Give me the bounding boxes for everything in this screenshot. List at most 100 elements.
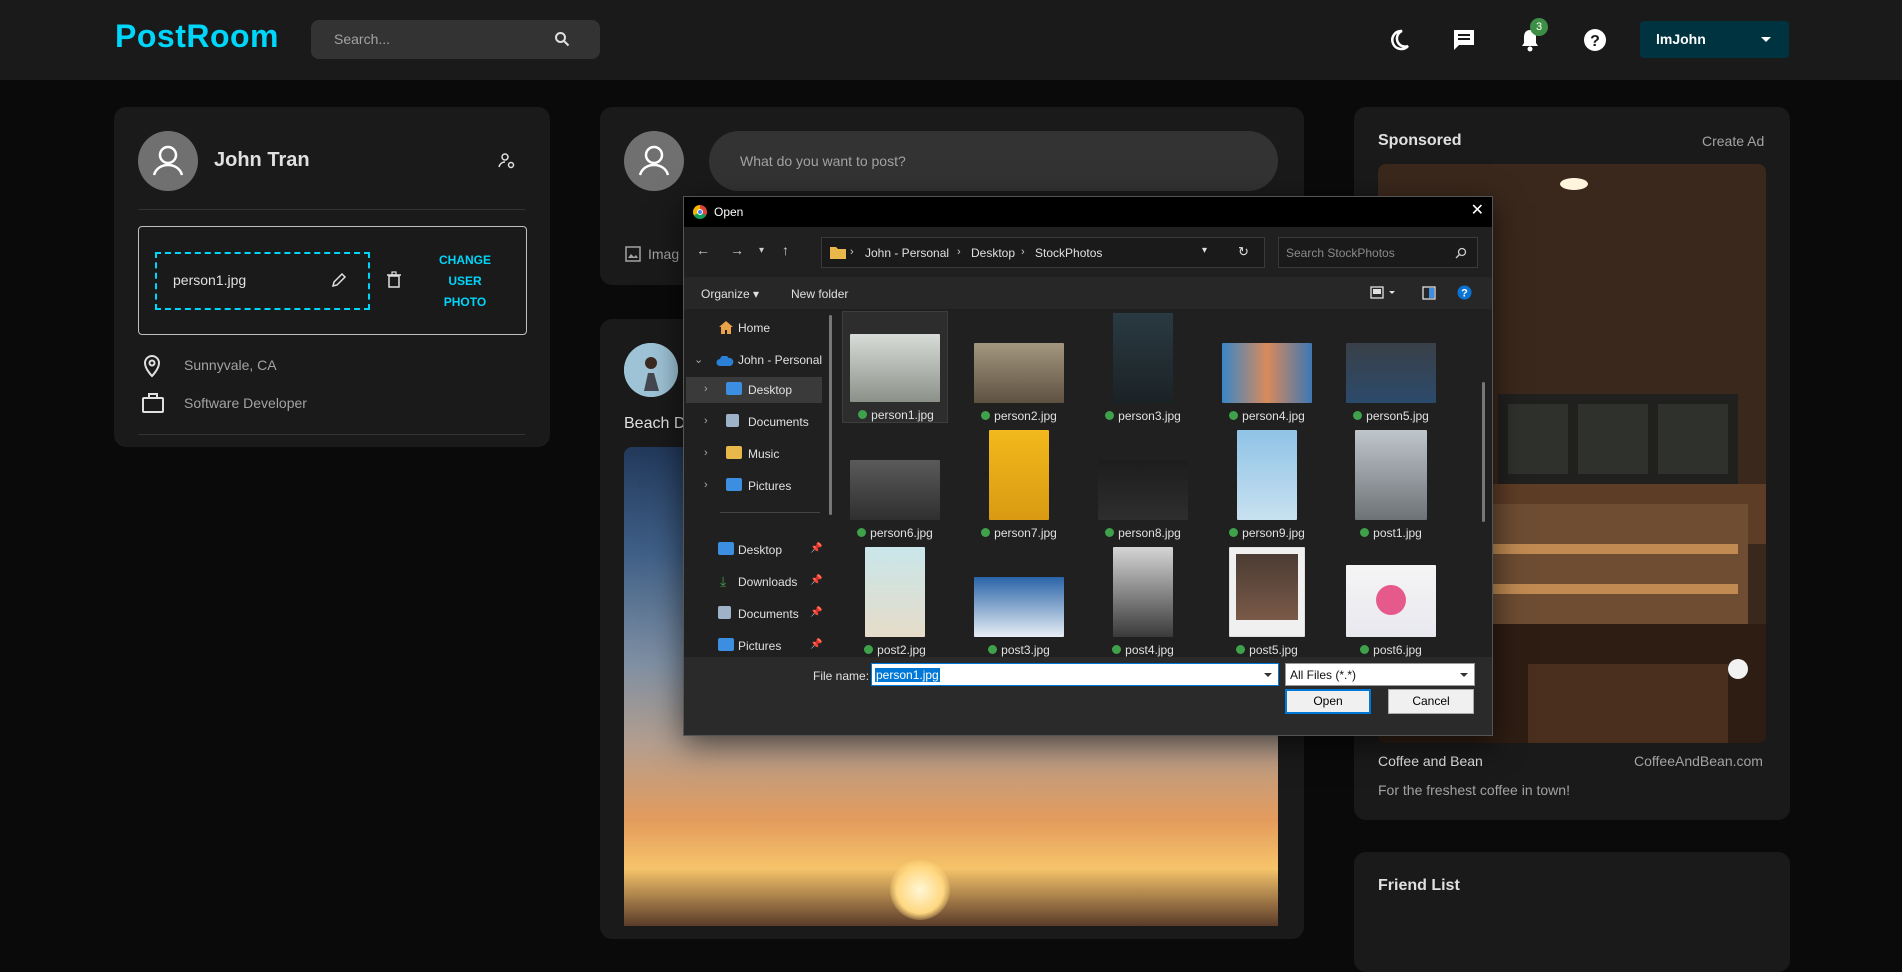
file-item[interactable]: post4.jpg — [1090, 545, 1196, 657]
sun-glow — [890, 860, 950, 920]
profile-name[interactable]: John Tran — [214, 149, 310, 172]
chevron-right-icon[interactable]: › — [704, 415, 708, 427]
file-item[interactable]: person7.jpg — [966, 428, 1072, 540]
file-item[interactable]: person2.jpg — [966, 311, 1072, 423]
help-icon[interactable]: ? — [1582, 27, 1608, 53]
breadcrumb-desktop[interactable]: Desktop — [971, 246, 1015, 260]
help-icon[interactable]: ? — [1457, 285, 1472, 305]
manage-account-icon[interactable] — [498, 152, 516, 175]
sync-check-icon — [864, 645, 874, 655]
sync-check-icon — [981, 411, 991, 421]
divider — [720, 512, 820, 513]
file-name-text: post6.jpg — [1373, 643, 1422, 657]
file-item[interactable]: post1.jpg — [1338, 428, 1444, 540]
search-icon[interactable] — [554, 31, 570, 52]
file-name: person9.jpg — [1214, 526, 1320, 540]
file-item[interactable]: post5.jpg — [1214, 545, 1320, 657]
breadcrumb-john-personal[interactable]: John - Personal — [865, 246, 949, 260]
tree-item-label: Desktop — [748, 383, 793, 397]
preview-pane-icon[interactable] — [1422, 286, 1436, 305]
ad-url[interactable]: CoffeeAndBean.com — [1634, 753, 1763, 769]
recent-locations-icon[interactable]: ▾ — [759, 245, 764, 256]
file-item[interactable]: person9.jpg — [1214, 428, 1320, 540]
desktop-icon — [726, 382, 742, 395]
breadcrumb-stockphotos[interactable]: StockPhotos — [1035, 246, 1102, 260]
tree-item-desktop[interactable]: › Desktop — [686, 377, 822, 403]
file-item[interactable]: person8.jpg — [1090, 428, 1196, 540]
avatar[interactable] — [138, 131, 198, 191]
file-item[interactable]: post3.jpg — [966, 545, 1072, 657]
dialog-titlebar[interactable]: Open ✕ — [684, 197, 1492, 227]
file-thumbnail — [1346, 565, 1436, 637]
chevron-down-icon[interactable] — [1264, 673, 1272, 677]
pictures-icon — [718, 638, 734, 651]
quick-access-documents[interactable]: Documents 📌 — [684, 601, 824, 627]
tree-item-documents[interactable]: › Documents — [684, 409, 824, 435]
tree-item-john-personal[interactable]: ⌄ John - Personal — [684, 347, 824, 373]
chrome-icon — [693, 205, 707, 219]
file-thumbnail — [974, 343, 1064, 403]
quick-access-desktop[interactable]: Desktop 📌 — [684, 537, 824, 563]
tree-item-home[interactable]: Home — [684, 315, 824, 341]
tree-item-label: Pictures — [748, 479, 792, 493]
file-name: person6.jpg — [842, 526, 948, 540]
post-input[interactable]: What do you want to post? — [709, 131, 1278, 191]
address-dropdown-icon[interactable]: ▾ — [1202, 245, 1207, 256]
pencil-icon[interactable] — [331, 272, 347, 293]
view-options-icon[interactable] — [1370, 286, 1396, 305]
file-item[interactable]: person4.jpg — [1214, 311, 1320, 423]
image-button-label[interactable]: Imag — [648, 246, 679, 262]
post-author-avatar[interactable] — [624, 343, 678, 397]
file-item[interactable]: post2.jpg — [842, 545, 948, 657]
quick-access-downloads[interactable]: ⤓ Downloads 📌 — [684, 569, 824, 595]
cancel-button[interactable]: Cancel — [1388, 689, 1474, 714]
file-item[interactable]: person3.jpg — [1090, 311, 1196, 423]
file-name: post1.jpg — [1338, 526, 1444, 540]
search-input[interactable]: Search... — [334, 31, 390, 47]
chevron-right-icon[interactable]: › — [704, 447, 708, 459]
tree-item-pictures[interactable]: › Pictures — [684, 473, 824, 499]
file-grid-scrollbar[interactable] — [1482, 382, 1485, 522]
search-icon[interactable] — [1455, 246, 1467, 264]
user-icon — [638, 145, 670, 176]
file-item[interactable]: person1.jpg — [842, 311, 948, 423]
quick-access-pictures[interactable]: Pictures 📌 — [684, 633, 824, 659]
file-name: person2.jpg — [966, 409, 1072, 423]
chat-icon[interactable] — [1451, 27, 1477, 53]
back-icon[interactable]: ← — [696, 242, 710, 258]
create-ad-link[interactable]: Create Ad — [1702, 133, 1764, 149]
tree-item-label: John - Personal — [738, 353, 823, 367]
trash-icon[interactable] — [386, 271, 402, 294]
file-open-dialog: Open ✕ ← → ▾ ↑ › John - Personal › Deskt… — [683, 196, 1493, 736]
file-name: person4.jpg — [1214, 409, 1320, 423]
dialog-search[interactable]: Search StockPhotos — [1278, 237, 1478, 268]
moon-icon[interactable] — [1386, 27, 1412, 53]
file-item[interactable]: person5.jpg — [1338, 311, 1444, 423]
image-icon[interactable] — [625, 246, 641, 267]
logo[interactable]: PostRoom — [115, 18, 279, 55]
file-type-select[interactable]: All Files (*.*) — [1285, 663, 1475, 686]
chevron-down-icon[interactable]: ⌄ — [694, 353, 703, 366]
address-bar[interactable]: › John - Personal › Desktop › StockPhoto… — [821, 237, 1265, 268]
tree-item-label: Pictures — [738, 639, 782, 653]
file-name-input[interactable]: person1.jpg — [871, 663, 1279, 686]
user-select[interactable]: lmJohn — [1640, 21, 1789, 58]
up-icon[interactable]: ↑ — [782, 242, 789, 258]
file-item[interactable]: post6.jpg — [1338, 545, 1444, 657]
dialog-search-input[interactable]: Search StockPhotos — [1286, 246, 1395, 260]
chevron-right-icon[interactable]: › — [704, 479, 708, 491]
new-folder-button[interactable]: New folder — [791, 287, 848, 301]
change-photo-button[interactable]: CHANGE USER PHOTO — [430, 250, 500, 313]
forward-icon[interactable]: → — [730, 242, 744, 258]
close-icon[interactable]: ✕ — [1471, 203, 1484, 219]
ad-description: For the freshest coffee in town! — [1378, 782, 1570, 798]
refresh-icon[interactable]: ↻ — [1238, 244, 1249, 260]
tree-item-music[interactable]: › Music — [684, 441, 824, 467]
chevron-right-icon[interactable]: › — [704, 383, 708, 395]
sync-check-icon — [1353, 411, 1363, 421]
organize-menu[interactable]: Organize ▾ — [701, 287, 759, 301]
search-bar[interactable]: Search... — [311, 20, 600, 59]
nav-pane-scrollbar[interactable] — [829, 315, 832, 515]
file-item[interactable]: person6.jpg — [842, 428, 948, 540]
open-button[interactable]: Open — [1285, 689, 1371, 714]
